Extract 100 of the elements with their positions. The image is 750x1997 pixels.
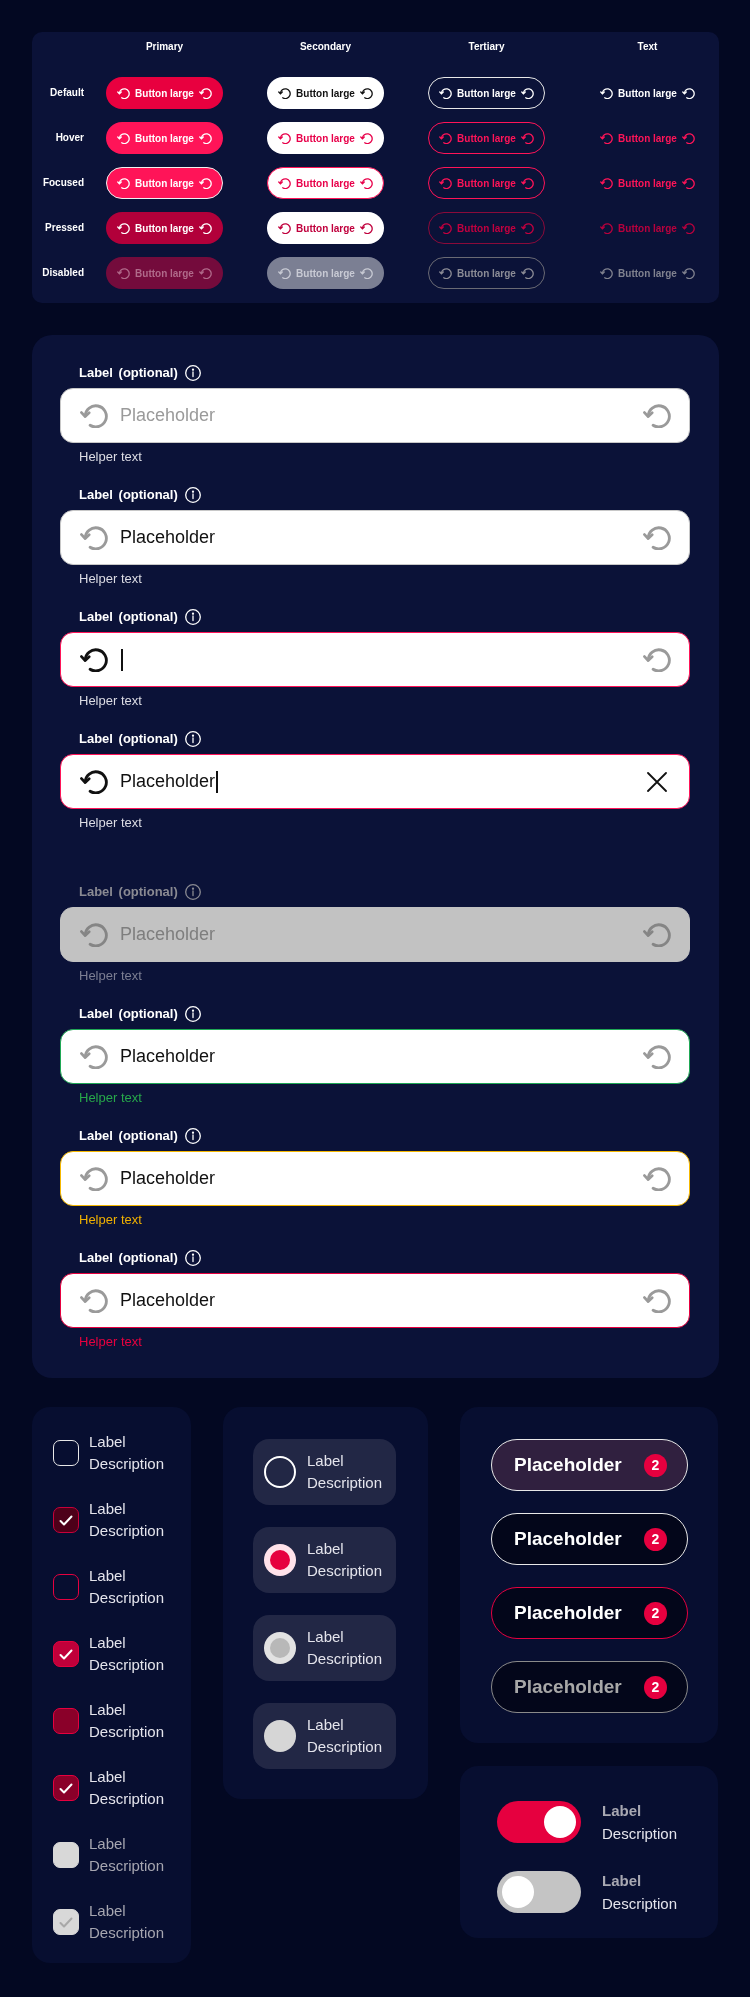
refresh-icon xyxy=(278,132,292,144)
field-label: Label (optional) xyxy=(79,883,178,901)
refresh-icon xyxy=(520,132,534,144)
input-field[interactable]: Placeholder xyxy=(60,1151,690,1206)
refresh-icon xyxy=(278,222,292,234)
chip[interactable]: Placeholder 2 xyxy=(491,1439,688,1491)
checkbox[interactable] xyxy=(53,1507,79,1533)
primary-button[interactable]: Button large xyxy=(106,122,223,154)
refresh-icon xyxy=(278,267,292,279)
refresh-icon xyxy=(117,222,131,234)
refresh-icon xyxy=(600,267,614,279)
checkmark-icon xyxy=(59,1648,73,1660)
info-icon xyxy=(184,365,201,381)
radio-description: Description xyxy=(307,1649,383,1669)
checkbox-description: Description xyxy=(89,1655,165,1675)
toggle-switch[interactable] xyxy=(497,1871,581,1913)
field-label: Label (optional) xyxy=(79,1249,178,1267)
field-label: Label (optional) xyxy=(79,608,178,626)
checkmark-icon xyxy=(59,1916,73,1928)
checkbox[interactable] xyxy=(53,1708,79,1734)
refresh-icon xyxy=(80,647,108,672)
radio-label: Label xyxy=(307,1715,345,1735)
info-icon xyxy=(184,1250,201,1266)
refresh-icon xyxy=(198,177,212,189)
checkbox-description: Description xyxy=(89,1856,165,1876)
refresh-icon xyxy=(439,132,453,144)
radio-button[interactable] xyxy=(264,1456,296,1488)
refresh-icon xyxy=(600,222,614,234)
refresh-icon xyxy=(681,267,695,279)
refresh-icon xyxy=(80,1166,108,1191)
radio-button[interactable] xyxy=(264,1544,296,1576)
refresh-icon xyxy=(600,132,614,144)
column-header: Text xyxy=(636,40,659,54)
info-icon xyxy=(184,609,201,625)
input-field[interactable] xyxy=(60,632,690,687)
checkmark-icon xyxy=(59,1514,73,1526)
refresh-icon xyxy=(80,1044,108,1069)
checkbox-label: Label xyxy=(89,1499,127,1519)
text-cursor-icon xyxy=(216,770,218,793)
checkbox[interactable] xyxy=(53,1641,79,1667)
checkbox-description: Description xyxy=(89,1454,165,1474)
text-button[interactable]: Button large xyxy=(597,81,698,105)
close-icon[interactable] xyxy=(647,771,667,792)
secondary-button[interactable]: Button large xyxy=(267,122,384,154)
helper-text: Helper text xyxy=(78,1334,143,1350)
radio-option[interactable]: Label Description xyxy=(253,1439,396,1505)
secondary-button[interactable]: Button large xyxy=(267,167,384,199)
radio-label: Label xyxy=(307,1451,345,1471)
refresh-icon xyxy=(198,267,212,279)
refresh-icon xyxy=(681,177,695,189)
refresh-icon xyxy=(198,87,212,99)
field-label: Label (optional) xyxy=(79,486,178,504)
toggle-switch[interactable] xyxy=(497,1801,581,1843)
refresh-icon xyxy=(198,132,212,144)
refresh-icon xyxy=(643,1166,671,1191)
checkbox[interactable] xyxy=(53,1775,79,1801)
helper-text: Helper text xyxy=(78,1212,143,1228)
field-label: Label (optional) xyxy=(79,1127,178,1145)
refresh-icon xyxy=(117,132,131,144)
input-field[interactable]: Placeholder xyxy=(60,1273,690,1328)
refresh-icon xyxy=(643,1044,671,1069)
row-label: Focused xyxy=(42,176,84,190)
refresh-icon xyxy=(117,87,131,99)
column-header: Secondary xyxy=(298,40,353,54)
checkbox-description: Description xyxy=(89,1521,165,1541)
refresh-icon xyxy=(520,222,534,234)
input-field[interactable]: Placeholder xyxy=(60,1029,690,1084)
checkbox-description: Description xyxy=(89,1923,165,1943)
refresh-icon xyxy=(681,132,695,144)
checkbox-label: Label xyxy=(89,1700,127,1720)
input-field[interactable]: Placeholder xyxy=(60,510,690,565)
refresh-icon xyxy=(439,222,453,234)
primary-button[interactable]: Button large xyxy=(106,212,223,244)
checkbox[interactable] xyxy=(53,1574,79,1600)
radio-label: Label xyxy=(307,1539,345,1559)
chip[interactable]: Placeholder 2 xyxy=(491,1513,688,1565)
input-field[interactable]: Placeholder xyxy=(60,754,690,809)
checkbox-description: Description xyxy=(89,1722,165,1742)
text-button[interactable]: Button large xyxy=(597,126,698,150)
row-label: Hover xyxy=(55,131,84,145)
refresh-icon xyxy=(117,267,131,279)
secondary-button[interactable]: Button large xyxy=(267,77,384,109)
refresh-icon xyxy=(520,87,534,99)
checkbox-label: Label xyxy=(89,1767,127,1787)
refresh-icon xyxy=(439,267,453,279)
helper-text: Helper text xyxy=(78,693,143,709)
checkbox-label: Label xyxy=(89,1566,127,1586)
refresh-icon xyxy=(600,177,614,189)
refresh-icon xyxy=(359,222,373,234)
primary-button[interactable]: Button large xyxy=(106,167,223,199)
count-badge: 2 xyxy=(644,1527,667,1551)
text-button[interactable]: Button large xyxy=(597,171,698,195)
primary-button[interactable]: Button large xyxy=(106,77,223,109)
chip[interactable]: Placeholder 2 xyxy=(491,1587,688,1639)
radio-option[interactable]: Label Description xyxy=(253,1527,396,1593)
count-badge: 2 xyxy=(644,1601,667,1625)
secondary-button[interactable]: Button large xyxy=(267,212,384,244)
checkbox-description: Description xyxy=(89,1588,165,1608)
info-icon xyxy=(184,1128,201,1144)
refresh-icon xyxy=(643,922,671,947)
